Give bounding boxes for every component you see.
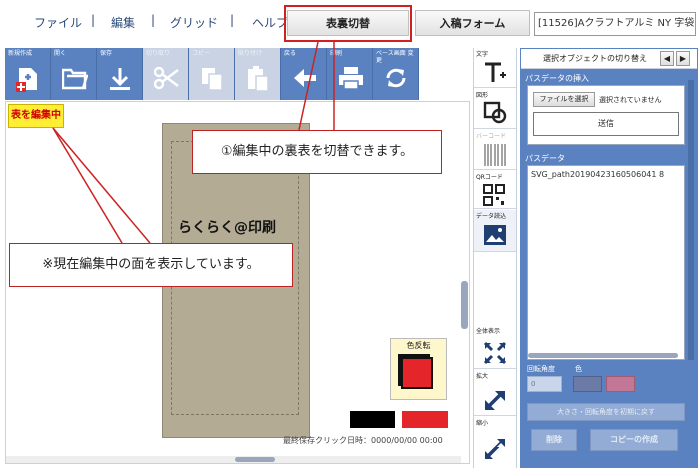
path-data-label: パスデータ bbox=[525, 154, 565, 163]
tool-label: 図形 bbox=[476, 92, 489, 99]
color-swatch-pink[interactable] bbox=[606, 376, 635, 392]
prev-object-button[interactable]: ◀ bbox=[660, 51, 674, 66]
shrink-icon bbox=[484, 438, 506, 460]
qrcode-tool[interactable]: QRコード bbox=[474, 171, 516, 209]
red-swatch[interactable] bbox=[402, 411, 448, 428]
panel-vertical-scrollbar[interactable] bbox=[688, 80, 694, 360]
color-invert-label: 色反転 bbox=[406, 341, 431, 350]
path-data-textarea[interactable]: SVG_path20190423160506041 8 bbox=[527, 165, 685, 360]
callout-current-side-info: ※現在編集中の面を表示しています。 bbox=[9, 243, 293, 287]
rotation-label: 回転角度 bbox=[527, 365, 555, 373]
tool-label: QRコード bbox=[476, 174, 503, 181]
tool-label: 縮小 bbox=[476, 420, 489, 427]
text-icon bbox=[485, 62, 506, 82]
send-button[interactable]: 送信 bbox=[533, 112, 679, 136]
file-status-text: 選択されていません bbox=[599, 96, 662, 104]
tool-label: 拡大 bbox=[476, 373, 489, 380]
tool-label: 全体表示 bbox=[476, 328, 501, 335]
tool-label: 文字 bbox=[476, 51, 489, 58]
expand-icon bbox=[484, 390, 505, 411]
fit-all-tool[interactable]: 全体表示 bbox=[474, 325, 516, 369]
last-saved-text: 最終保存クリック日時：0000/00/00 00:00 bbox=[283, 436, 443, 445]
barcode-icon bbox=[484, 144, 506, 166]
delete-button[interactable]: 削除 bbox=[531, 429, 577, 451]
canvas-vertical-scrollbar[interactable] bbox=[461, 281, 468, 329]
tool-label: バーコード bbox=[476, 133, 507, 140]
canvas-horizontal-scroll-track bbox=[6, 456, 461, 463]
reset-size-rotation-button[interactable]: 大きさ・回転角度を初期に戻す bbox=[527, 403, 685, 421]
duplicate-button[interactable]: コピーの作成 bbox=[590, 429, 678, 451]
zoom-in-tool[interactable]: 拡大 bbox=[474, 370, 516, 416]
callout-flip-info: ①編集中の裏表を切替できます。 bbox=[192, 130, 442, 174]
tool-label: データ読込 bbox=[476, 213, 507, 220]
rotation-input[interactable]: 0 bbox=[527, 376, 562, 392]
text-tool[interactable]: 文字 bbox=[474, 48, 516, 88]
choose-file-button[interactable]: ファイルを選択 bbox=[533, 92, 595, 107]
fit-screen-icon bbox=[483, 341, 507, 365]
color-invert-swatch[interactable] bbox=[401, 357, 433, 389]
image-icon bbox=[484, 225, 506, 245]
object-panel-title: 選択オブジェクトの切り替え bbox=[543, 54, 647, 63]
qrcode-icon bbox=[483, 184, 505, 206]
color-swatch-blue[interactable] bbox=[573, 376, 602, 392]
shape-icon bbox=[483, 101, 507, 124]
next-object-button[interactable]: ▶ bbox=[676, 51, 690, 66]
path-data-scrollbar[interactable] bbox=[528, 353, 678, 358]
data-load-tool[interactable]: データ読込 bbox=[474, 210, 516, 252]
shape-tool[interactable]: 図形 bbox=[474, 89, 516, 129]
product-title: [11526]Aクラフトアルミ NY 字袋 bbox=[534, 12, 696, 36]
zoom-out-tool[interactable]: 縮小 bbox=[474, 417, 516, 467]
canvas-horizontal-scrollbar[interactable] bbox=[235, 457, 275, 462]
path-insert-label: パスデータの挿入 bbox=[525, 74, 589, 83]
barcode-tool[interactable]: バーコード bbox=[474, 130, 516, 170]
black-swatch[interactable] bbox=[350, 411, 395, 428]
color-label: 色 bbox=[575, 365, 582, 373]
